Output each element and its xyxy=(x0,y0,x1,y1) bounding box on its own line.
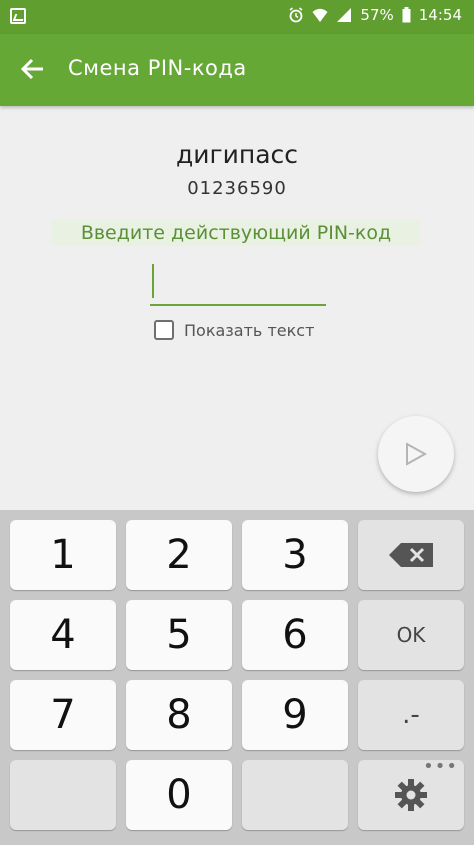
backspace-key[interactable] xyxy=(358,520,464,590)
next-button[interactable] xyxy=(378,416,454,492)
gallery-notification-icon xyxy=(10,8,26,24)
more-dots: ••• xyxy=(423,756,458,777)
show-text-label: Показать текст xyxy=(184,320,315,340)
show-text-checkbox[interactable] xyxy=(154,320,174,340)
page-title: Смена PIN-кода xyxy=(68,56,247,80)
pin-change-form: дигипасс 01236590 Введите действующий PI… xyxy=(0,106,474,510)
empty-key-right xyxy=(242,760,348,830)
app-bar: Смена PIN-кода xyxy=(0,34,474,106)
battery-icon xyxy=(402,7,411,23)
status-bar: 57% 14:54 xyxy=(0,0,474,34)
ok-key[interactable]: OK xyxy=(358,600,464,670)
signal-icon xyxy=(337,8,352,22)
empty-key-left xyxy=(10,760,116,830)
clock: 14:54 xyxy=(418,6,462,24)
show-text-toggle[interactable]: Показать текст xyxy=(154,320,314,340)
pin-input[interactable] xyxy=(150,262,326,306)
text-cursor xyxy=(152,264,154,298)
numeric-keyboard: 1 2 3 4 5 6 OK 7 8 9 .- 0 ••• xyxy=(0,510,474,845)
key-2[interactable]: 2 xyxy=(126,520,232,590)
key-6[interactable]: 6 xyxy=(242,600,348,670)
play-arrow-icon xyxy=(406,442,427,466)
key-4[interactable]: 4 xyxy=(10,600,116,670)
back-arrow-icon[interactable] xyxy=(18,54,48,84)
settings-key[interactable]: ••• xyxy=(358,756,464,830)
key-0[interactable]: 0 xyxy=(126,760,232,830)
gear-icon xyxy=(395,779,427,811)
wifi-icon xyxy=(312,8,328,22)
backspace-icon xyxy=(389,543,433,567)
key-3[interactable]: 3 xyxy=(242,520,348,590)
key-9[interactable]: 9 xyxy=(242,680,348,750)
punctuation-key[interactable]: .- xyxy=(358,680,464,750)
token-serial: 01236590 xyxy=(187,178,287,199)
pin-prompt: Введите действующий PIN-код xyxy=(52,220,420,246)
alarm-icon xyxy=(289,7,303,23)
key-7[interactable]: 7 xyxy=(10,680,116,750)
status-icons: 57% 14:54 xyxy=(288,6,462,24)
key-1[interactable]: 1 xyxy=(10,520,116,590)
battery-percent: 57% xyxy=(360,6,394,24)
key-8[interactable]: 8 xyxy=(126,680,232,750)
token-name: дигипасс xyxy=(175,140,299,169)
key-5[interactable]: 5 xyxy=(126,600,232,670)
